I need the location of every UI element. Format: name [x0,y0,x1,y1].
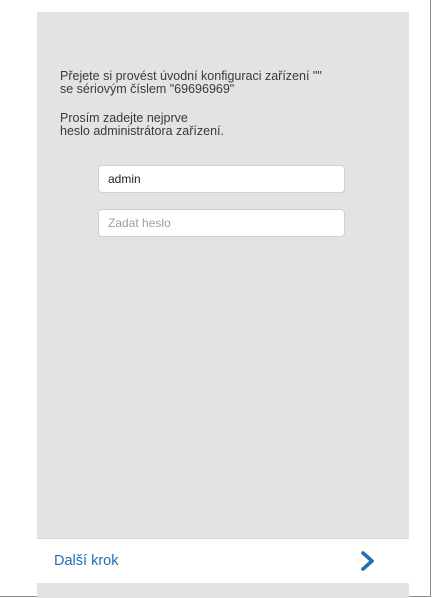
setup-content: Přejete si provést úvodní konfiguraci za… [37,12,409,538]
password-input[interactable] [98,209,345,237]
next-step-label: Další krok [54,553,119,569]
bottom-strip [37,583,409,598]
setup-panel: Přejete si provést úvodní konfiguraci za… [37,12,409,598]
prompt-text-line-2: heslo administrátora zařízení. [60,124,224,138]
chevron-right-icon [360,551,376,571]
username-input[interactable] [98,165,345,193]
next-step-button[interactable]: Další krok [37,538,409,583]
intro-text-line-2: se sériovým číslem "69696969" [60,82,235,96]
